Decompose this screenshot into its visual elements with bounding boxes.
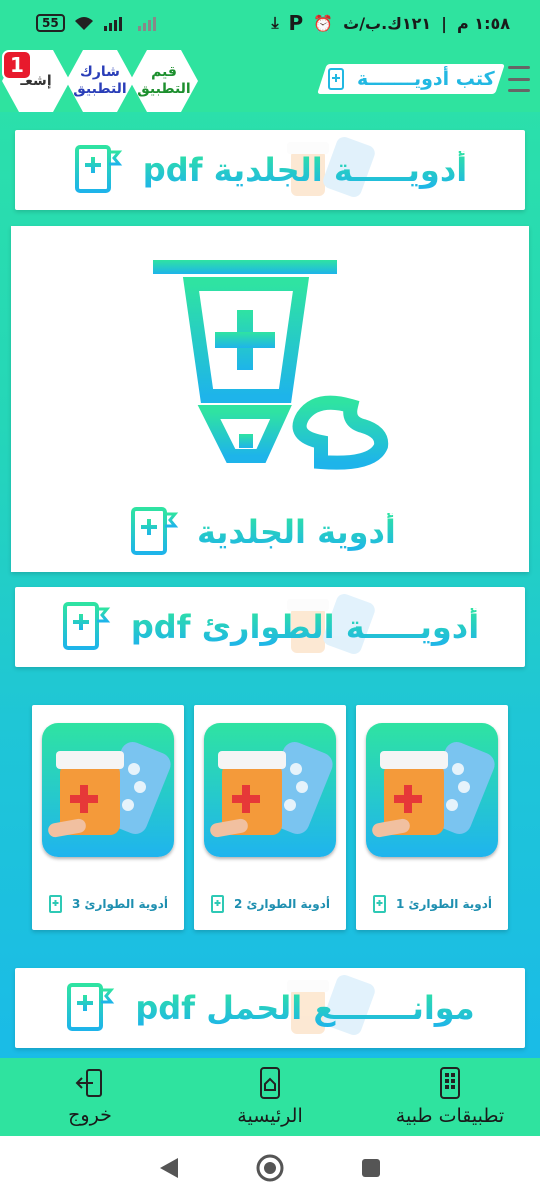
nav-home[interactable]: الرئيسية [180,1058,360,1136]
book-icon [328,68,345,90]
back-icon[interactable] [158,1156,180,1180]
menu-icon[interactable] [508,66,530,92]
ointment-tube-icon [153,260,389,470]
book-icon [62,602,111,650]
pills-icon [372,742,495,838]
book-icon [67,983,115,1031]
nav-label: تطبيقات طبية [395,1105,505,1127]
exit-icon [75,1069,102,1097]
pills-thumbnail [42,723,174,857]
card-label: أدوية الطوارئ 2 [233,897,331,911]
app-bar: كتب أدويـــــــة قيم التطبيق شارك التطبي… [0,46,540,112]
book-icon [372,895,386,913]
hero-dermatology-card[interactable]: أدوية الجلدية [11,226,529,572]
alarm-icon: ⏰ [313,13,334,33]
book-icon [210,895,224,913]
app-title-pill: كتب أدويـــــــة [317,64,505,94]
nav-medical-apps[interactable]: تطبيقات طبية [360,1058,540,1136]
card-emergency-2[interactable]: أدوية الطوارئ 2 [194,705,346,930]
card-label-row: أدوية الطوارئ 3 [32,895,184,913]
banner-label: أدويـــــة الجلدية pdf [142,151,468,189]
app-title: كتب أدويـــــــة [357,68,495,90]
wifi-icon [74,17,93,30]
banner-emergency-pdf[interactable]: أدويـــــة الطوارئ pdf [15,587,525,667]
signal-icon [103,17,122,31]
hero-title-row: أدوية الجلدية [129,506,396,558]
card-label-row: أدوية الطوارئ 1 [356,895,508,913]
rate-app-button[interactable]: قيم التطبيق [130,50,198,112]
book-icon [74,145,122,193]
card-label: أدوية الطوارئ 1 [395,897,493,911]
apps-phone-icon [440,1067,460,1099]
status-icons: 55 [36,14,163,32]
card-emergency-1[interactable]: أدوية الطوارئ 1 [356,705,508,930]
pills-icon [48,742,171,838]
status-right: ⤓ P ⏰ ١٢١ك.ب/ث | ١:٥٨ م [271,11,510,35]
home-circle-icon[interactable] [255,1153,285,1183]
nav-label: الرئيسية [237,1105,303,1127]
home-phone-icon [260,1067,280,1099]
banner-label: موانـــــــع الحمل pdf [135,989,475,1027]
nav-label: خروج [68,1104,112,1126]
banner-label: أدويـــــة الطوارئ pdf [130,608,480,646]
book-icon [48,895,62,913]
system-navigation-bar [0,1136,540,1200]
battery-icon: 55 [36,14,65,32]
share-app-button[interactable]: شارك التطبيق [66,50,134,112]
banner-dermatology-pdf[interactable]: أدويـــــة الجلدية pdf [15,130,525,210]
bottom-navigation: تطبيقات طبية الرئيسية خروج [0,1058,540,1136]
banner-contraindications-pdf[interactable]: موانـــــــع الحمل pdf [15,968,525,1048]
book-icon [131,507,179,555]
download-icon: ⤓ [271,13,279,32]
notification-badge: 1 [2,50,32,80]
network-speed: ١٢١ك.ب/ث [343,13,432,33]
nav-exit[interactable]: خروج [0,1058,180,1136]
clock: ١:٥٨ م [457,13,510,33]
pills-icon [210,742,333,838]
card-label: أدوية الطوارئ 3 [71,897,169,911]
parking-icon: P [288,11,304,35]
hero-title: أدوية الجلدية [197,513,396,551]
status-bar: 55 ⤓ P ⏰ ١٢١ك.ب/ث | ١:٥٨ م [0,0,540,46]
pills-thumbnail [366,723,498,857]
card-label-row: أدوية الطوارئ 2 [194,895,346,913]
pills-thumbnail [204,723,336,857]
signal2-icon [137,17,156,31]
card-emergency-3[interactable]: أدوية الطوارئ 3 [32,705,184,930]
recents-icon[interactable] [360,1157,382,1179]
